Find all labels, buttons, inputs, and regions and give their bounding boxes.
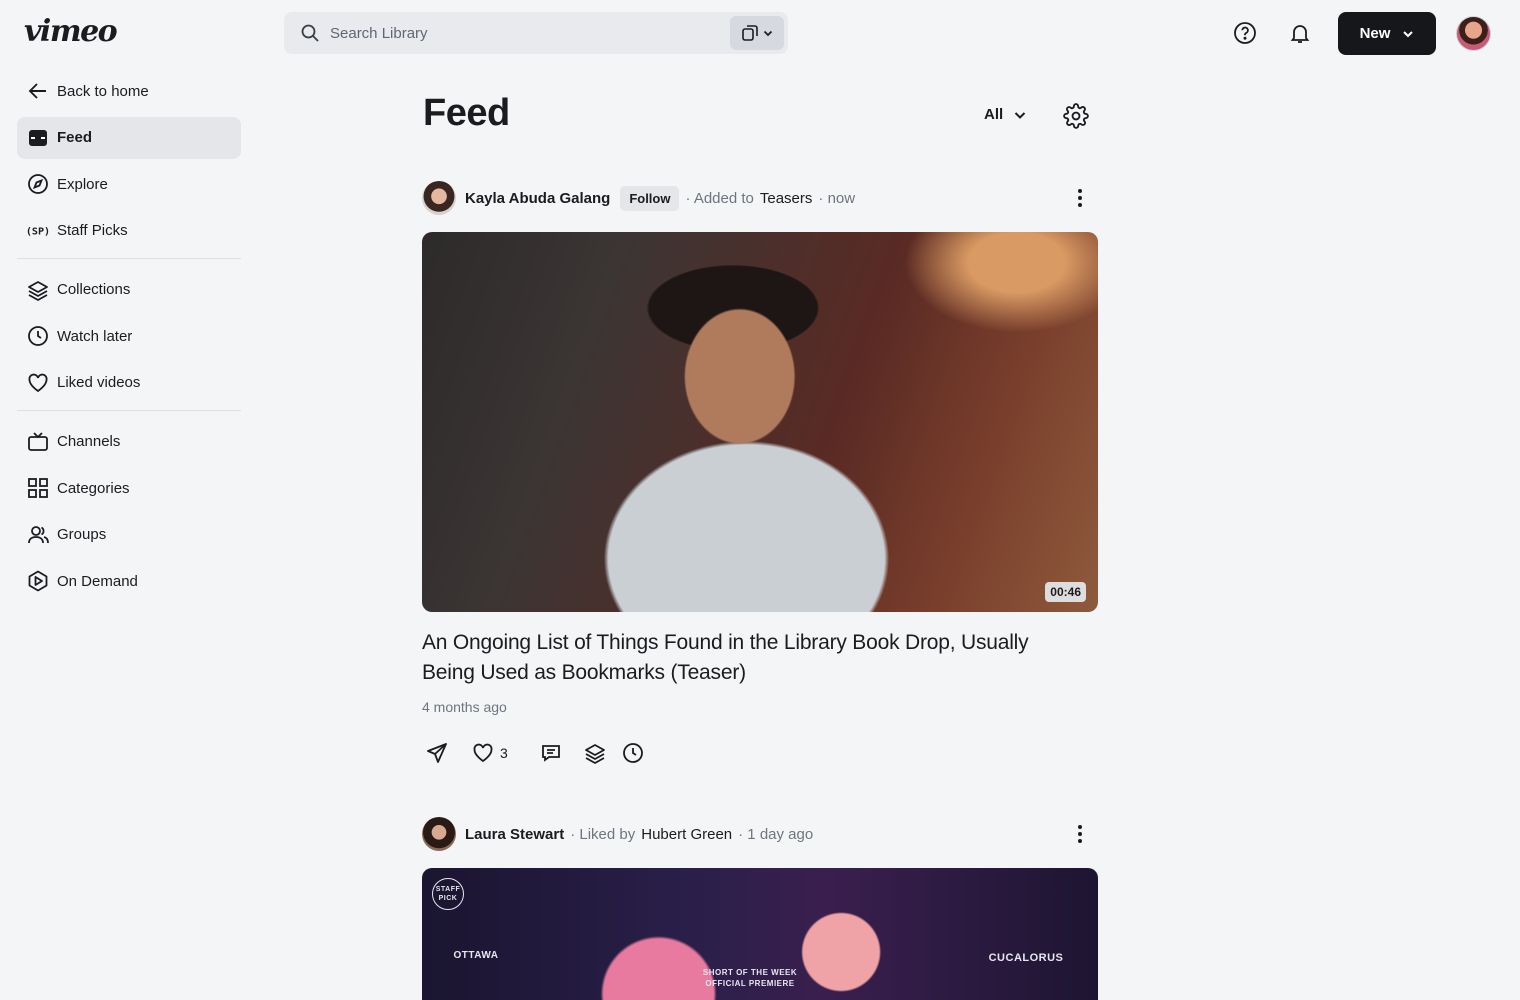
sidebar-item-label: Collections	[57, 281, 131, 298]
sidebar-item-label: Liked videos	[57, 374, 141, 391]
more-vertical-icon	[1078, 825, 1082, 843]
users-icon	[27, 524, 49, 546]
post-meta-target[interactable]: Teasers	[760, 190, 813, 207]
compass-icon	[27, 173, 49, 195]
help-icon	[1234, 22, 1256, 44]
sidebar-item-label: Staff Picks	[57, 222, 128, 239]
post-meta-target[interactable]: Hubert Green	[641, 826, 732, 843]
play-hex-icon	[27, 570, 49, 592]
sidebar-item-groups[interactable]: Groups	[17, 514, 241, 556]
sidebar-item-watch-later[interactable]: Watch later	[17, 315, 241, 357]
bell-icon	[1290, 25, 1310, 43]
sidebar-item-staff-picks[interactable]: (SP) Staff Picks	[17, 210, 241, 252]
post-meta-prefix: · Added to	[685, 189, 754, 207]
post-meta-time: · 1 day ago	[738, 825, 814, 843]
vimeo-logo[interactable]: vimeo	[24, 14, 118, 49]
sidebar-item-categories[interactable]: Categories	[17, 467, 241, 509]
search-icon	[301, 24, 319, 42]
watch-later-button[interactable]	[622, 740, 644, 766]
sidebar-item-label: On Demand	[57, 572, 138, 590]
help-button[interactable]	[1232, 20, 1258, 46]
post-meta-prefix: · Liked by	[570, 825, 636, 843]
more-vertical-icon	[1078, 189, 1082, 207]
layers-icon	[585, 744, 605, 764]
sidebar-item-explore[interactable]: Explore	[17, 163, 241, 205]
video-title[interactable]: An Ongoing List of Things Found in the L…	[422, 628, 1082, 688]
clock-icon	[623, 743, 643, 763]
feed-filter-dropdown[interactable]: All	[984, 106, 1027, 123]
follow-button[interactable]: Follow	[620, 185, 680, 211]
user-avatar[interactable]	[1456, 16, 1491, 51]
sidebar-item-collections[interactable]: Collections	[17, 269, 241, 311]
comment-button[interactable]	[540, 740, 584, 766]
post-more-button[interactable]	[1070, 185, 1090, 211]
feed-icon	[27, 127, 49, 149]
search-scope-dropdown[interactable]	[730, 16, 784, 50]
comment-icon	[542, 745, 560, 762]
video-duration: 00:46	[1045, 582, 1086, 602]
sidebar-divider	[17, 257, 241, 259]
tv-icon	[27, 431, 49, 453]
share-button[interactable]	[426, 740, 472, 766]
feed-settings-button[interactable]	[1063, 103, 1089, 129]
video-thumbnail[interactable]: STAFF PICK OTTAWA SHORT OF THE WEEK OFFI…	[422, 868, 1098, 1000]
gear-icon	[1063, 103, 1089, 129]
author-name[interactable]: Kayla Abuda Galang	[465, 190, 610, 207]
author-name[interactable]: Laura Stewart	[465, 826, 564, 843]
video-actions: 3	[426, 740, 644, 766]
author-avatar[interactable]	[422, 817, 456, 851]
festival-laurel-left: OTTAWA	[453, 950, 499, 961]
sidebar-item-label: Watch later	[57, 327, 133, 345]
add-to-collection-button[interactable]	[584, 740, 622, 766]
sidebar-item-feed[interactable]: Feed	[17, 116, 241, 159]
post-more-button[interactable]	[1070, 821, 1090, 847]
search-bar[interactable]: Search Library	[284, 12, 788, 54]
staff-picks-icon: (SP)	[27, 220, 49, 242]
chevron-down-icon	[1014, 111, 1026, 119]
staff-pick-badge: STAFF PICK	[432, 878, 464, 910]
sidebar-item-label: Feed	[57, 129, 93, 146]
heart-icon	[473, 743, 493, 763]
premiere-badge-line2: OFFICIAL PREMIERE	[705, 979, 795, 988]
author-avatar[interactable]	[422, 181, 456, 215]
back-to-home-link[interactable]: Back to home	[17, 70, 241, 112]
sidebar-item-label: Categories	[57, 479, 130, 497]
new-button-label: New	[1359, 25, 1391, 42]
post-header: Kayla Abuda Galang Follow · Added to Tea…	[422, 181, 1098, 215]
copy-icon	[742, 25, 758, 41]
sidebar-item-label: Explore	[57, 175, 108, 193]
heart-icon	[27, 372, 49, 394]
clock-icon	[27, 325, 49, 347]
svg-text:(SP): (SP)	[27, 226, 49, 237]
sidebar-item-liked-videos[interactable]: Liked videos	[17, 362, 241, 404]
festival-laurel-right: CUCALORUS	[988, 952, 1064, 964]
video-time-ago: 4 months ago	[422, 699, 507, 715]
post-meta-time: · now	[818, 189, 856, 207]
sidebar-item-on-demand[interactable]: On Demand	[17, 560, 241, 602]
sidebar-item-channels[interactable]: Channels	[17, 421, 241, 463]
sidebar-item-label: Groups	[57, 526, 107, 543]
chevron-down-icon	[1403, 30, 1414, 37]
like-count: 3	[500, 745, 508, 761]
sidebar: Back to home Feed Explore (SP) Staff Pic…	[17, 70, 241, 607]
post-header: Laura Stewart · Liked by Hubert Green · …	[422, 817, 1098, 851]
search-input[interactable]: Search Library	[330, 25, 428, 42]
premiere-badge-line1: SHORT OF THE WEEK	[702, 968, 798, 977]
send-icon	[427, 743, 447, 763]
page-title: Feed	[423, 92, 510, 134]
sidebar-item-label: Channels	[57, 433, 121, 450]
filter-label: All	[984, 106, 1004, 123]
sidebar-divider	[17, 409, 241, 411]
like-button[interactable]: 3	[472, 740, 540, 766]
new-button[interactable]: New	[1338, 12, 1436, 55]
back-to-home-label: Back to home	[57, 82, 149, 100]
notifications-button[interactable]	[1287, 20, 1313, 46]
video-thumbnail[interactable]: 00:46	[422, 232, 1098, 612]
chevron-down-icon	[763, 30, 773, 37]
grid-icon	[27, 477, 49, 499]
arrow-left-icon	[27, 80, 49, 102]
layers-icon	[27, 279, 49, 301]
